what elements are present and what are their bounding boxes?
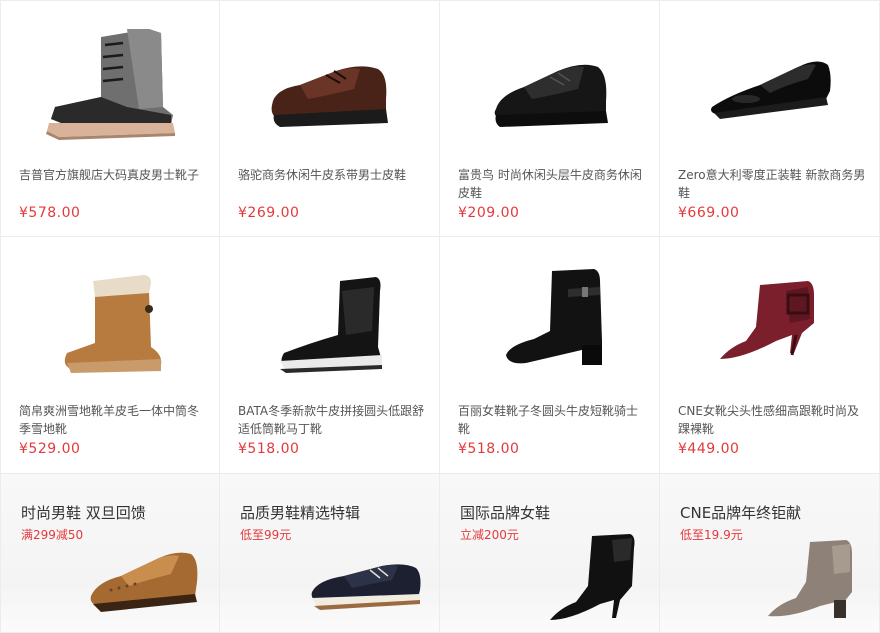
product-card[interactable]: 简帛爽洲雪地靴羊皮毛一体中筒冬季雪地靴 ¥529.00 bbox=[0, 237, 220, 474]
black-casual-shoe-icon[interactable] bbox=[470, 15, 630, 155]
block-heel-boot-icon[interactable] bbox=[470, 251, 630, 391]
product-price: ¥578.00 bbox=[19, 205, 81, 221]
promo-card[interactable]: 时尚男鞋 双旦回馈 满299减50 bbox=[0, 474, 220, 633]
ankle-boot-icon[interactable] bbox=[250, 251, 410, 391]
product-title[interactable]: BATA冬季新款牛皮拼接圆头低跟舒适低筒靴马丁靴 bbox=[238, 402, 428, 438]
promo-subtitle: 立减200元 bbox=[460, 528, 519, 542]
product-row: 简帛爽洲雪地靴羊皮毛一体中筒冬季雪地靴 ¥529.00 BATA冬季新款牛皮拼接… bbox=[0, 237, 880, 474]
product-price: ¥269.00 bbox=[238, 205, 300, 221]
product-card[interactable]: BATA冬季新款牛皮拼接圆头低跟舒适低筒靴马丁靴 ¥518.00 bbox=[220, 237, 440, 474]
product-card[interactable]: 百丽女鞋靴子冬圆头牛皮短靴骑士靴 ¥518.00 bbox=[440, 237, 660, 474]
brown-derby-shoe-icon[interactable] bbox=[250, 15, 410, 155]
product-title[interactable]: Zero意大利零度正装鞋 新款商务男鞋 bbox=[678, 166, 868, 202]
oxford-dress-shoe-icon[interactable] bbox=[690, 15, 850, 155]
product-title[interactable]: 富贵鸟 时尚休闲头层牛皮商务休闲皮鞋 bbox=[458, 166, 648, 202]
product-title[interactable]: CNE女靴尖头性感细高跟靴时尚及踝裸靴 bbox=[678, 402, 868, 438]
product-price: ¥669.00 bbox=[678, 205, 740, 221]
snow-boot-icon[interactable] bbox=[31, 251, 191, 391]
product-row: 吉普官方旗舰店大码真皮男士靴子 ¥578.00 骆驼商务休闲牛皮系带男士皮鞋 ¥… bbox=[0, 0, 880, 237]
product-title[interactable]: 骆驼商务休闲牛皮系带男士皮鞋 bbox=[238, 166, 428, 184]
promo-subtitle: 满299减50 bbox=[21, 528, 84, 542]
wingtip-boot-icon[interactable] bbox=[31, 15, 191, 155]
product-card[interactable]: 吉普官方旗舰店大码真皮男士靴子 ¥578.00 bbox=[0, 0, 220, 237]
product-title[interactable]: 百丽女鞋靴子冬圆头牛皮短靴骑士靴 bbox=[458, 402, 648, 438]
product-card[interactable]: Zero意大利零度正装鞋 新款商务男鞋 ¥669.00 bbox=[660, 0, 880, 237]
promo-title[interactable]: 品质男鞋精选特辑 bbox=[240, 502, 360, 523]
product-price: ¥529.00 bbox=[19, 441, 81, 457]
promo-title[interactable]: 国际品牌女鞋 bbox=[460, 502, 550, 523]
product-price: ¥518.00 bbox=[238, 441, 300, 457]
promo-subtitle: 低至99元 bbox=[240, 528, 292, 542]
product-card[interactable]: 富贵鸟 时尚休闲头层牛皮商务休闲皮鞋 ¥209.00 bbox=[440, 0, 660, 237]
promo-subtitle: 低至19.9元 bbox=[680, 528, 743, 542]
promo-card[interactable]: CNE品牌年终钜献 低至19.9元 bbox=[660, 474, 880, 633]
product-price: ¥209.00 bbox=[458, 205, 520, 221]
promo-card[interactable]: 国际品牌女鞋 立减200元 bbox=[440, 474, 660, 633]
product-price: ¥518.00 bbox=[458, 441, 520, 457]
promo-card[interactable]: 品质男鞋精选特辑 低至99元 bbox=[220, 474, 440, 633]
promo-row: 时尚男鞋 双旦回馈 满299减50 品质男鞋精选特辑 低至99元 国际品牌女鞋 … bbox=[0, 474, 880, 633]
product-title[interactable]: 简帛爽洲雪地靴羊皮毛一体中筒冬季雪地靴 bbox=[19, 402, 209, 438]
taupe-bootie-icon[interactable] bbox=[740, 530, 870, 625]
product-price: ¥449.00 bbox=[678, 441, 740, 457]
product-title[interactable]: 吉普官方旗舰店大码真皮男士靴子 bbox=[19, 166, 209, 184]
promo-title[interactable]: CNE品牌年终钜献 bbox=[680, 502, 801, 523]
boat-shoe-icon[interactable] bbox=[300, 530, 430, 625]
heeled-bootie-icon[interactable] bbox=[520, 530, 650, 625]
brogue-shoe-icon[interactable] bbox=[81, 530, 211, 625]
promo-title[interactable]: 时尚男鞋 双旦回馈 bbox=[21, 502, 146, 523]
stiletto-bootie-icon[interactable] bbox=[690, 251, 850, 391]
product-card[interactable]: CNE女靴尖头性感细高跟靴时尚及踝裸靴 ¥449.00 bbox=[660, 237, 880, 474]
product-card[interactable]: 骆驼商务休闲牛皮系带男士皮鞋 ¥269.00 bbox=[220, 0, 440, 237]
